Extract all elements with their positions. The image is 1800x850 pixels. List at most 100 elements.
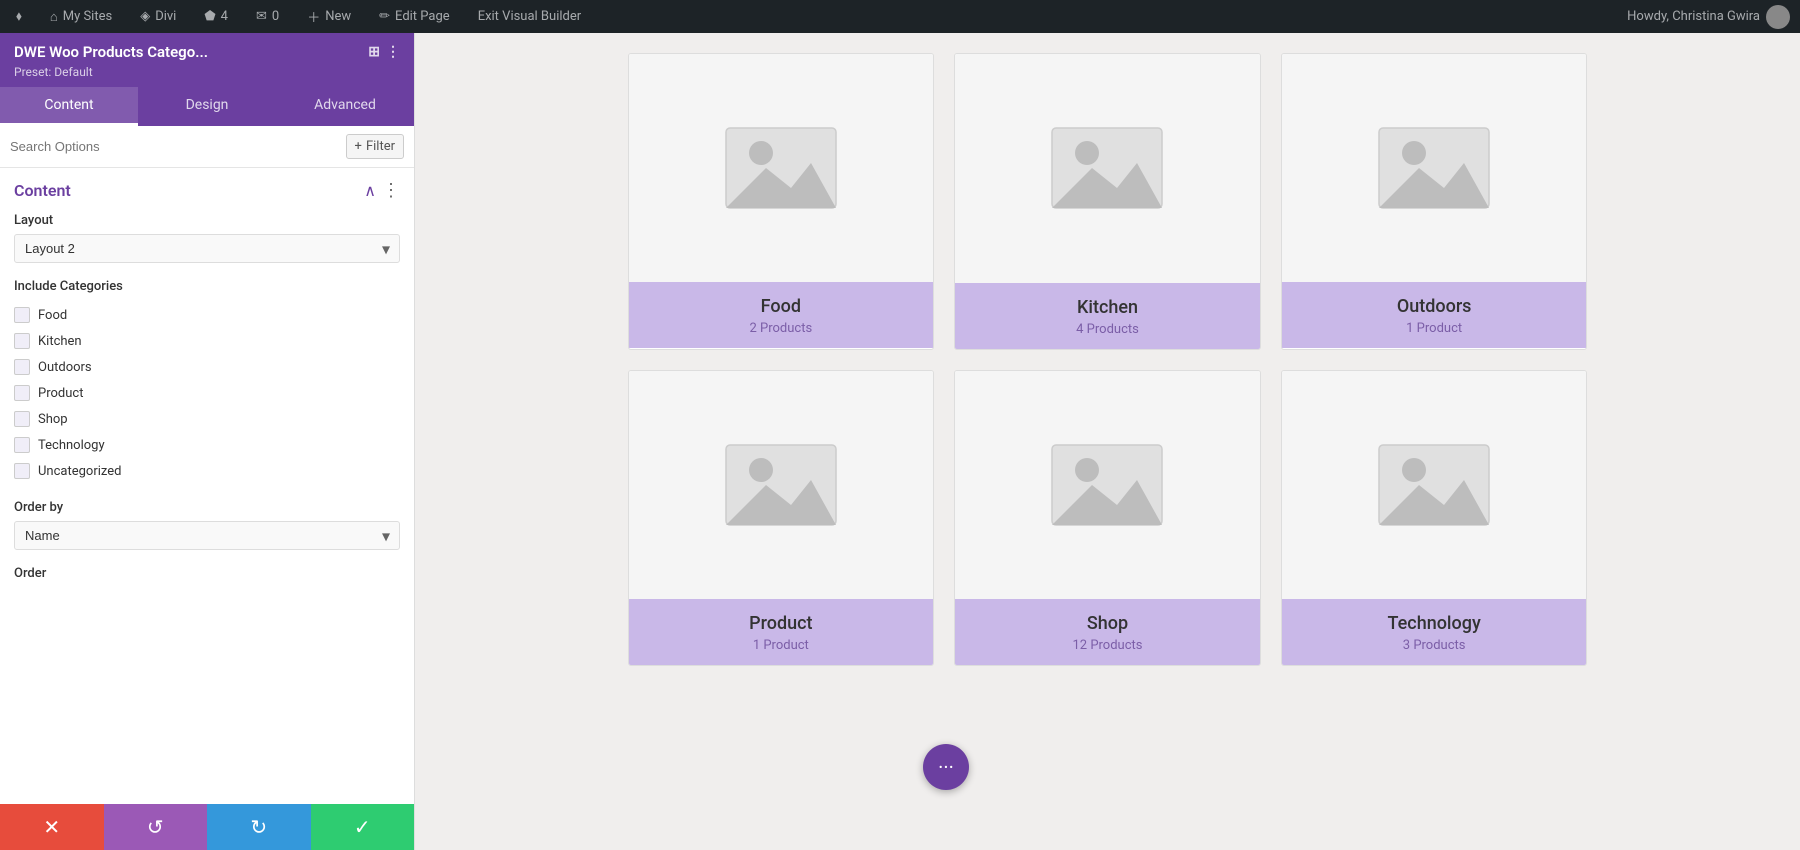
divi-menu[interactable]: ◈ Divi: [134, 0, 182, 33]
redo-button[interactable]: ↻: [207, 804, 311, 850]
category-name-technology: Technology: [1292, 613, 1577, 634]
category-name-kitchen: Kitchen: [965, 297, 1250, 318]
include-categories-section: Include Categories Food Kitchen Outdoors…: [14, 279, 400, 484]
category-count-product[interactable]: 1 Product: [639, 638, 924, 653]
placeholder-image-icon: [721, 440, 841, 530]
category-card-food[interactable]: Food 2 Products: [628, 53, 935, 350]
exit-visual-builder-link[interactable]: Exit Visual Builder: [472, 0, 587, 33]
category-name-product: Product: [639, 613, 924, 634]
my-sites-label: My Sites: [63, 9, 112, 24]
howdy-text: Howdy, Christina Gwira: [1627, 9, 1760, 24]
tab-advanced[interactable]: Advanced: [276, 87, 414, 126]
category-card-technology[interactable]: Technology 3 Products: [1281, 370, 1588, 667]
edit-page-label: Edit Page: [395, 9, 450, 24]
new-label: New: [325, 9, 351, 24]
order-by-select[interactable]: Name Date Count ID: [14, 521, 400, 550]
cat-checkbox-shop[interactable]: [14, 411, 30, 427]
category-count-kitchen[interactable]: 4 Products: [965, 322, 1250, 337]
category-info-product: Product 1 Product: [629, 599, 934, 665]
avatar: [1766, 5, 1790, 29]
category-info-outdoors: Outdoors 1 Product: [1282, 282, 1587, 348]
content-options-icon[interactable]: ⋮: [382, 180, 400, 201]
cancel-icon: ✕: [43, 815, 60, 840]
placeholder-image-icon: [1047, 440, 1167, 530]
cat-name-product: Product: [38, 386, 83, 401]
cat-checkbox-uncategorized[interactable]: [14, 463, 30, 479]
category-info-shop: Shop 12 Products: [955, 599, 1260, 665]
category-name-shop: Shop: [965, 613, 1250, 634]
comments-menu[interactable]: ⬟ 4: [198, 0, 234, 33]
user-menu[interactable]: Howdy, Christina Gwira: [1627, 5, 1790, 29]
speech-icon: ⬟: [204, 9, 215, 24]
category-info-technology: Technology 3 Products: [1282, 599, 1587, 665]
canvas: Food 2 Products Kitchen 4 Products: [415, 33, 1800, 850]
content-collapse-icon[interactable]: ∧: [364, 181, 376, 200]
settings-panel: DWE Woo Products Catego... ⊞ ⋮ Preset: D…: [0, 33, 415, 850]
edit-icon: ✏: [379, 9, 390, 24]
cat-checkbox-product[interactable]: [14, 385, 30, 401]
category-card-outdoors[interactable]: Outdoors 1 Product: [1281, 53, 1588, 350]
category-count-shop[interactable]: 12 Products: [965, 638, 1250, 653]
layout-select[interactable]: Layout 2 Layout 1 Layout 3: [14, 234, 400, 263]
wp-icon: ⬧: [16, 9, 22, 24]
feedback-count: 0: [272, 9, 279, 24]
filter-label: Filter: [366, 139, 395, 154]
placeholder-image-icon: [721, 123, 841, 213]
cancel-button[interactable]: ✕: [0, 804, 104, 850]
filter-button[interactable]: + Filter: [346, 134, 404, 159]
tab-design[interactable]: Design: [138, 87, 276, 126]
cat-checkbox-technology[interactable]: [14, 437, 30, 453]
category-count-technology[interactable]: 3 Products: [1292, 638, 1577, 653]
cat-item-uncategorized: Uncategorized: [14, 458, 400, 484]
order-by-field: Order by Name Date Count ID: [14, 500, 400, 550]
category-card-shop[interactable]: Shop 12 Products: [954, 370, 1261, 667]
panel-toolbar: ✕ ↺ ↻ ✓: [0, 804, 414, 850]
category-card-product[interactable]: Product 1 Product: [628, 370, 935, 667]
order-field: Order: [14, 566, 400, 581]
panel-tabs: Content Design Advanced: [0, 87, 414, 126]
edit-page-link[interactable]: ✏ Edit Page: [373, 0, 456, 33]
cat-name-kitchen: Kitchen: [38, 334, 82, 349]
include-categories-label: Include Categories: [14, 279, 400, 294]
feedback-icon: ✉: [256, 9, 267, 24]
category-image-kitchen: [955, 54, 1260, 283]
order-by-label: Order by: [14, 500, 400, 515]
undo-icon: ↺: [147, 815, 164, 840]
cat-name-uncategorized: Uncategorized: [38, 464, 121, 479]
panel-header: DWE Woo Products Catego... ⊞ ⋮ Preset: D…: [0, 33, 414, 87]
undo-button[interactable]: ↺: [104, 804, 208, 850]
category-info-kitchen: Kitchen 4 Products: [955, 283, 1260, 349]
cat-checkbox-outdoors[interactable]: [14, 359, 30, 375]
save-button[interactable]: ✓: [311, 804, 415, 850]
content-section-title: Content: [14, 181, 71, 200]
my-sites-menu[interactable]: ⌂ My Sites: [44, 0, 118, 33]
fab-button[interactable]: ···: [923, 744, 969, 790]
category-card-kitchen[interactable]: Kitchen 4 Products: [954, 53, 1261, 350]
content-section-header: Content ∧ ⋮: [14, 180, 400, 201]
preset-label[interactable]: Preset: Default: [14, 65, 93, 79]
placeholder-image-icon: [1047, 123, 1167, 213]
panel-grid-icon[interactable]: ⊞: [368, 44, 380, 60]
tab-content[interactable]: Content: [0, 87, 138, 126]
cat-item-technology: Technology: [14, 432, 400, 458]
filter-plus-icon: +: [355, 139, 362, 154]
cat-checkbox-food[interactable]: [14, 307, 30, 323]
category-info-food: Food 2 Products: [629, 282, 934, 348]
panel-content: Content ∧ ⋮ Layout Layout 2 Layout 1 Lay…: [0, 168, 414, 804]
cat-name-food: Food: [38, 308, 67, 323]
category-count-food[interactable]: 2 Products: [639, 321, 924, 336]
cat-item-product: Product: [14, 380, 400, 406]
category-count-outdoors[interactable]: 1 Product: [1292, 321, 1577, 336]
cat-item-kitchen: Kitchen: [14, 328, 400, 354]
fab-icon: ···: [938, 755, 954, 779]
new-menu[interactable]: ＋ New: [301, 0, 357, 33]
wp-logo[interactable]: ⬧: [10, 0, 28, 33]
panel-more-icon[interactable]: ⋮: [386, 44, 400, 60]
cat-item-outdoors: Outdoors: [14, 354, 400, 380]
search-input[interactable]: [10, 139, 338, 154]
feedback-menu[interactable]: ✉ 0: [250, 0, 285, 33]
layout-label: Layout: [14, 213, 400, 228]
order-label: Order: [14, 566, 400, 581]
product-grid: Food 2 Products Kitchen 4 Products: [628, 53, 1588, 666]
cat-checkbox-kitchen[interactable]: [14, 333, 30, 349]
